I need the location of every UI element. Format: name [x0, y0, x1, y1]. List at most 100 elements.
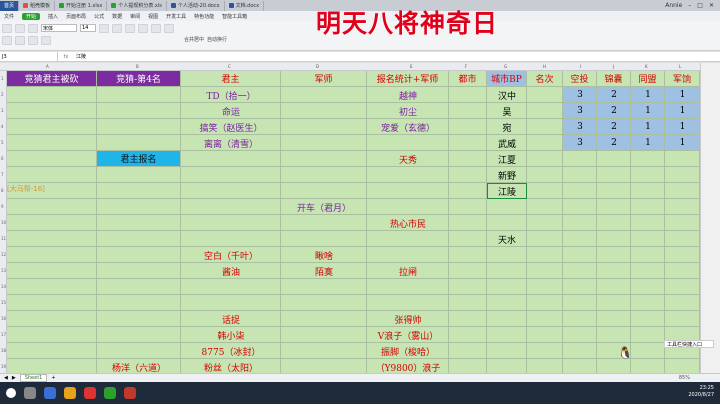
- sheet-cell[interactable]: 热心市民: [367, 215, 449, 231]
- grid-cell[interactable]: [563, 231, 597, 247]
- underline-icon[interactable]: [125, 24, 135, 33]
- row-number[interactable]: 1: [1, 76, 4, 81]
- grid-cell[interactable]: [527, 359, 563, 373]
- grid-cell[interactable]: [563, 167, 597, 183]
- grid-cell[interactable]: [367, 247, 449, 263]
- grid-cell[interactable]: [665, 295, 700, 311]
- cut-icon[interactable]: [15, 24, 25, 33]
- row-number[interactable]: 18: [1, 348, 6, 353]
- grid-cell[interactable]: [281, 135, 367, 151]
- grid-cell[interactable]: [281, 327, 367, 343]
- grid-cell[interactable]: [449, 183, 487, 199]
- bp-cell[interactable]: 1: [631, 103, 665, 119]
- bp-cell[interactable]: 1: [665, 103, 700, 119]
- grid-cell[interactable]: [597, 167, 631, 183]
- bp-cell[interactable]: 3: [563, 135, 597, 151]
- menu-data[interactable]: 数据: [112, 13, 122, 20]
- grid-cell[interactable]: [449, 87, 487, 103]
- grid-cell[interactable]: [7, 359, 97, 373]
- grid-cell[interactable]: [181, 183, 281, 199]
- grid-cell[interactable]: [7, 87, 97, 103]
- grid-cell[interactable]: [281, 359, 367, 373]
- active-cell[interactable]: 江陵: [487, 183, 527, 199]
- grid-cell[interactable]: [527, 311, 563, 327]
- bp-cell[interactable]: 3: [563, 87, 597, 103]
- grid-cell[interactable]: [527, 327, 563, 343]
- grid-cell[interactable]: [449, 103, 487, 119]
- grid-cell[interactable]: [281, 167, 367, 183]
- sheet-cell[interactable]: （Y9800）浪子: [367, 359, 449, 374]
- city-cell[interactable]: 江夏: [487, 151, 527, 167]
- sheet-cell[interactable]: 杨洋（六道）: [97, 359, 181, 374]
- sheet-cell[interactable]: 拉闸: [367, 263, 449, 279]
- row-number[interactable]: 13: [1, 268, 6, 273]
- tab-doc-2[interactable]: 文档.docx: [225, 0, 265, 11]
- grid-cell[interactable]: [631, 151, 665, 167]
- grid-cell[interactable]: [631, 247, 665, 263]
- row-number[interactable]: 9: [1, 204, 4, 209]
- formula-input[interactable]: 江陵: [74, 53, 86, 60]
- header-cell[interactable]: 军师: [281, 71, 367, 87]
- menu-file[interactable]: 文件: [4, 13, 14, 20]
- grid-cell[interactable]: [281, 279, 367, 295]
- bp-cell[interactable]: 1: [665, 87, 700, 103]
- app-icon[interactable]: [84, 387, 96, 399]
- header-cell[interactable]: 名次: [527, 71, 563, 87]
- grid-cell[interactable]: [7, 247, 97, 263]
- grid-cell[interactable]: [281, 343, 367, 359]
- grid-cell[interactable]: [665, 215, 700, 231]
- grid-cell[interactable]: [527, 183, 563, 199]
- sheet-cell[interactable]: 酱油: [181, 263, 281, 279]
- sheet-tab-1[interactable]: Sheet1: [19, 374, 48, 382]
- grid-cell[interactable]: [527, 103, 563, 119]
- header-cell[interactable]: 同盟: [631, 71, 665, 87]
- col-header[interactable]: B: [136, 64, 139, 69]
- grid-cell[interactable]: [527, 167, 563, 183]
- system-clock[interactable]: 23:25 2020/8/27: [688, 385, 714, 399]
- col-header[interactable]: C: [228, 64, 231, 69]
- grid-cell[interactable]: [449, 231, 487, 247]
- grid-cell[interactable]: [665, 167, 700, 183]
- grid-cell[interactable]: [181, 199, 281, 215]
- row-number[interactable]: 6: [1, 156, 4, 161]
- grid-cell[interactable]: [631, 327, 665, 343]
- row-number[interactable]: 7: [1, 172, 4, 177]
- sheet-cell[interactable]: 命运: [181, 103, 281, 119]
- sheet-cell[interactable]: 越神: [367, 87, 449, 103]
- grid-cell[interactable]: [487, 359, 527, 373]
- grid-cell[interactable]: [449, 167, 487, 183]
- grid-cell[interactable]: [7, 199, 97, 215]
- grid-cell[interactable]: [281, 231, 367, 247]
- menu-start[interactable]: 开始: [22, 12, 41, 20]
- fx-icon[interactable]: fx: [58, 54, 74, 60]
- col-header[interactable]: E: [410, 64, 413, 69]
- col-header[interactable]: A: [46, 64, 49, 69]
- grid-cell[interactable]: [563, 199, 597, 215]
- grid-cell[interactable]: [97, 247, 181, 263]
- grid-cell[interactable]: [665, 151, 700, 167]
- city-cell[interactable]: 吴: [487, 103, 527, 119]
- copy-icon[interactable]: [28, 24, 38, 33]
- grid-cell[interactable]: [631, 279, 665, 295]
- align-left-icon[interactable]: [138, 24, 148, 33]
- grid-cell[interactable]: [665, 279, 700, 295]
- col-header[interactable]: L: [679, 64, 681, 69]
- minimize-icon[interactable]: –: [688, 2, 691, 9]
- grid-cell[interactable]: [7, 295, 97, 311]
- grid-cell[interactable]: [487, 343, 527, 359]
- grid-cell[interactable]: [487, 199, 527, 215]
- grid-cell[interactable]: [367, 167, 449, 183]
- grid-cell[interactable]: [631, 215, 665, 231]
- grid-cell[interactable]: [631, 167, 665, 183]
- grid-cell[interactable]: [7, 327, 97, 343]
- row-number[interactable]: 19: [1, 364, 6, 369]
- paste-icon[interactable]: [2, 24, 12, 33]
- col-header[interactable]: F: [465, 64, 467, 69]
- menu-layout[interactable]: 页面布局: [66, 13, 86, 20]
- row-number[interactable]: 17: [1, 332, 6, 337]
- grid-cell[interactable]: [281, 87, 367, 103]
- tab-templates[interactable]: 稻壳模板: [19, 0, 56, 11]
- grid-cell[interactable]: [631, 359, 665, 373]
- grid-cell[interactable]: [281, 311, 367, 327]
- sheet-cell[interactable]: 初尘: [367, 103, 449, 119]
